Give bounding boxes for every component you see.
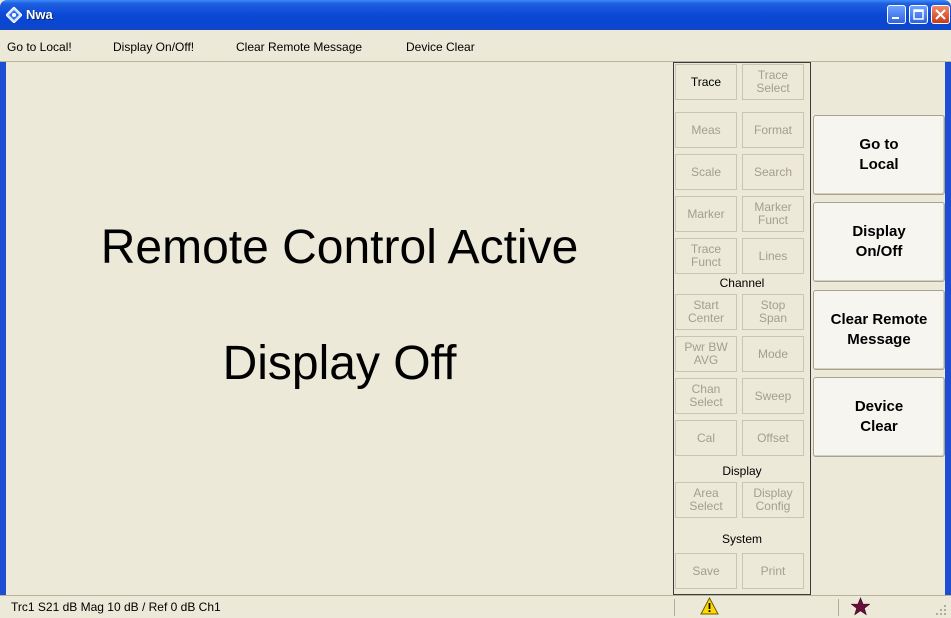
device-clear-button[interactable]: Device Clear	[813, 377, 945, 457]
display-off-message: Display Off	[222, 337, 457, 390]
trace-select-softkey[interactable]: Trace Select	[742, 64, 804, 100]
menu-device-clear[interactable]: Device Clear	[406, 40, 475, 54]
status-bar: Trc1 S21 dB Mag 10 dB / Ref 0 dB Ch1	[0, 595, 951, 618]
trace-status: Trc1 S21 dB Mag 10 dB / Ref 0 dB Ch1	[11, 600, 221, 614]
status-divider	[674, 599, 675, 616]
pwr-bw-avg-softkey[interactable]: Pwr BW AVG	[675, 336, 737, 372]
menu-go-to-local[interactable]: Go to Local!	[7, 40, 72, 54]
lines-softkey[interactable]: Lines	[742, 238, 804, 274]
maximize-button[interactable]	[909, 5, 928, 24]
search-softkey[interactable]: Search	[742, 154, 804, 190]
save-softkey[interactable]: Save	[675, 553, 737, 589]
menu-clear-remote-message[interactable]: Clear Remote Message	[236, 40, 362, 54]
sweep-softkey[interactable]: Sweep	[742, 378, 804, 414]
close-button[interactable]	[931, 5, 950, 24]
format-softkey[interactable]: Format	[742, 112, 804, 148]
display-config-softkey[interactable]: Display Config	[742, 482, 804, 518]
scale-softkey[interactable]: Scale	[675, 154, 737, 190]
clear-remote-message-button[interactable]: Clear Remote Message	[813, 290, 945, 370]
resize-grip-icon[interactable]	[935, 604, 947, 616]
close-icon	[935, 9, 946, 20]
display-on-off-button[interactable]: Display On/Off	[813, 202, 945, 282]
display-area: Remote Control Active Display Off	[6, 62, 673, 596]
print-softkey[interactable]: Print	[742, 553, 804, 589]
trace-softkey[interactable]: Trace	[675, 64, 737, 100]
channel-section-label: Channel	[719, 276, 765, 290]
offset-softkey[interactable]: Offset	[742, 420, 804, 456]
mode-softkey[interactable]: Mode	[742, 336, 804, 372]
go-to-local-button[interactable]: Go to Local	[813, 115, 945, 195]
start-center-softkey[interactable]: Start Center	[675, 294, 737, 330]
remote-control-message: Remote Control Active	[100, 221, 579, 274]
area-select-softkey[interactable]: Area Select	[675, 482, 737, 518]
window-frame-right	[945, 62, 951, 596]
menu-bar: Go to Local! Display On/Off! Clear Remot…	[0, 30, 951, 62]
marker-softkey[interactable]: Marker	[675, 196, 737, 232]
trace-funct-softkey[interactable]: Trace Funct	[675, 238, 737, 274]
meas-softkey[interactable]: Meas	[675, 112, 737, 148]
cal-softkey[interactable]: Cal	[675, 420, 737, 456]
status-divider	[838, 599, 839, 616]
marker-funct-softkey[interactable]: Marker Funct	[742, 196, 804, 232]
system-section-label: System	[721, 532, 762, 546]
window-title: Nwa	[26, 7, 53, 22]
stop-span-softkey[interactable]: Stop Span	[742, 294, 804, 330]
menu-display-on-off[interactable]: Display On/Off!	[113, 40, 194, 54]
minimize-icon	[892, 17, 899, 19]
chan-select-softkey[interactable]: Chan Select	[675, 378, 737, 414]
minimize-button[interactable]	[887, 5, 906, 24]
app-icon	[6, 7, 22, 23]
star-icon[interactable]	[851, 597, 870, 616]
maximize-icon	[913, 9, 924, 20]
display-section-label: Display	[722, 464, 762, 478]
title-bar: Nwa	[0, 0, 951, 30]
softkey-panel: Trace Trace Select Meas Format Scale Sear…	[673, 62, 811, 595]
warning-icon[interactable]	[700, 597, 719, 615]
